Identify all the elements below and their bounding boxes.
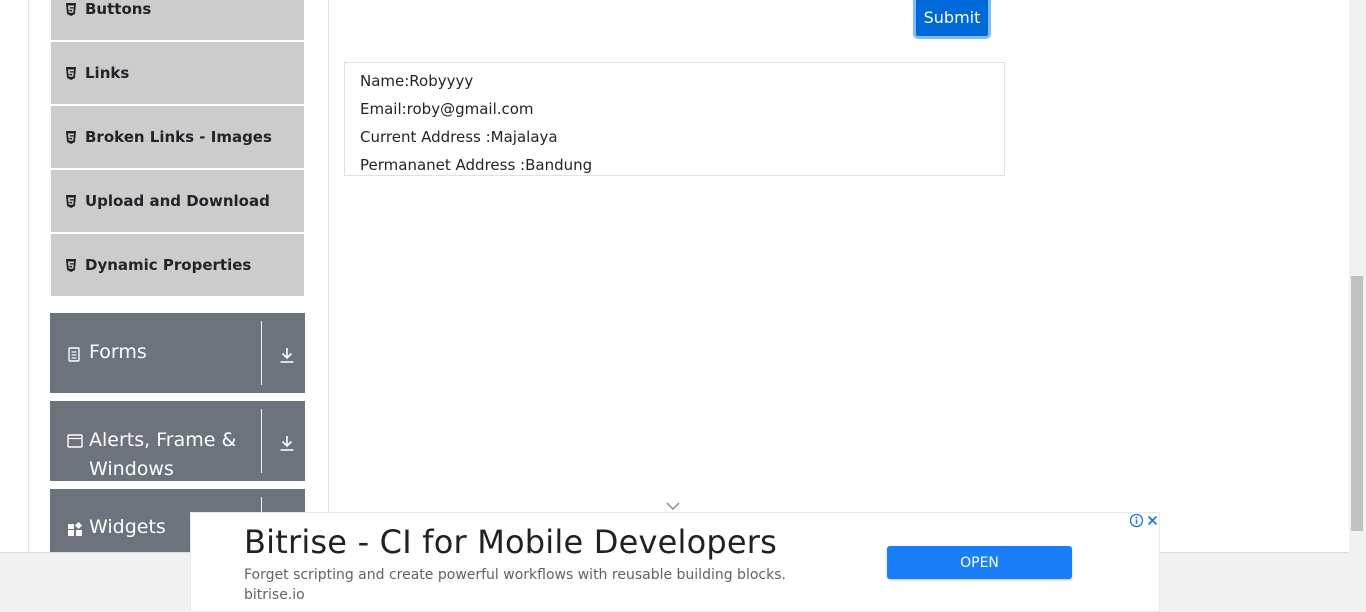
download-arrow-icon[interactable] (278, 434, 296, 452)
ad-title[interactable]: Bitrise - CI for Mobile Developers (244, 523, 777, 561)
sidebar-item-label: Dynamic Properties (85, 256, 252, 274)
sidebar-item-links[interactable]: Links (51, 42, 304, 104)
html5-icon (65, 130, 77, 144)
html5-icon (65, 194, 77, 208)
sidebar-item-dynamic-properties[interactable]: Dynamic Properties (51, 234, 304, 296)
ad-description: Forget scripting and create powerful wor… (244, 567, 786, 583)
html5-icon (65, 66, 77, 80)
sidebar-item-label: Upload and Download (85, 192, 270, 210)
sidebar-item-label: Broken Links - Images (85, 128, 272, 146)
submit-button[interactable]: Submit (913, 0, 991, 39)
download-arrow-icon[interactable] (278, 346, 296, 364)
group-label: Forms (89, 341, 147, 363)
sidebar-group-forms[interactable]: Forms (50, 313, 305, 393)
group-separator (261, 321, 262, 385)
advertisement-banner[interactable]: Bitrise - CI for Mobile Developers Forge… (190, 512, 1160, 612)
chevron-down-icon[interactable] (666, 498, 680, 510)
output-current-address: Current Address :Majalaya (360, 128, 558, 146)
group-separator (261, 409, 262, 473)
vertical-scrollbar[interactable] (1349, 0, 1366, 612)
scrollbar-thumb[interactable] (1351, 276, 1363, 531)
sidebar-item-buttons[interactable]: Buttons (51, 0, 304, 40)
output-permanent-address: Permananet Address :Bandung (360, 156, 593, 174)
group-label-line1: Alerts, Frame & (89, 429, 237, 451)
sidebar-item-label: Links (85, 64, 130, 82)
group-label: Widgets (89, 516, 166, 538)
page-viewport: Buttons Links Broken Links - Images Uplo… (0, 0, 1366, 612)
group-label-line2: Windows (89, 458, 174, 480)
html5-icon (65, 2, 77, 16)
window-icon (67, 434, 83, 450)
content-divider (328, 0, 329, 552)
document-icon (67, 347, 83, 363)
output-box: Name:Robyyyy Email:roby@gmail.com Curren… (344, 62, 1005, 176)
ad-info-icon[interactable] (1129, 513, 1144, 528)
output-name: Name:Robyyyy (360, 72, 474, 90)
sidebar-item-broken-links[interactable]: Broken Links - Images (51, 106, 304, 168)
sidebar-group-alerts-frame-windows[interactable]: Alerts, Frame & Windows (50, 401, 305, 481)
sidebar-item-label: Buttons (85, 0, 152, 18)
widgets-icon (67, 521, 83, 538)
html5-icon (65, 258, 77, 272)
output-email: Email:roby@gmail.com (360, 100, 534, 118)
ad-domain[interactable]: bitrise.io (244, 587, 305, 603)
ad-close-icon[interactable] (1145, 513, 1160, 528)
ad-open-button[interactable]: OPEN (887, 546, 1072, 579)
page-frame-left (28, 0, 29, 552)
sidebar-item-upload-download[interactable]: Upload and Download (51, 170, 304, 232)
